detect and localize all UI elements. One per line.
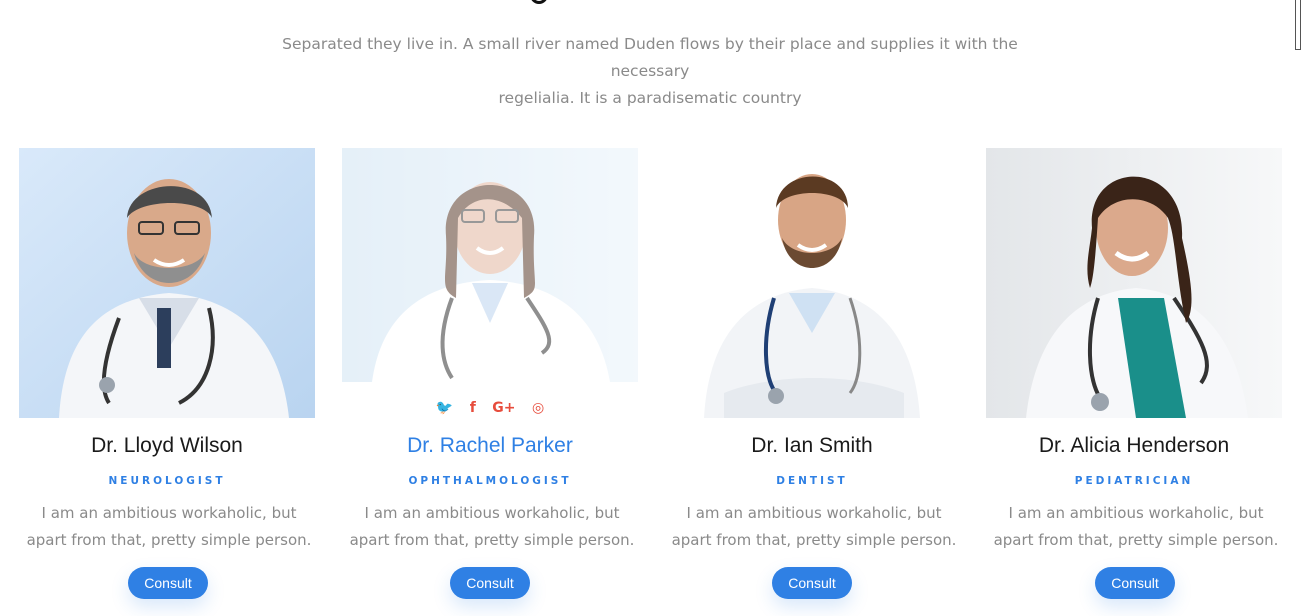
doctor-description: I am an ambitious workaholic, but apart … — [19, 500, 319, 554]
section-intro: Separated they live in. A small river na… — [250, 31, 1050, 112]
section-title-fragment — [530, 0, 548, 4]
description-line: I am an ambitious workaholic, but — [364, 504, 620, 522]
doctor-card: Dr. Alicia Henderson PEDIATRICIAN I am a… — [986, 148, 1282, 599]
doctor-specialty: OPHTHALMOLOGIST — [408, 475, 572, 487]
doctor-photo — [19, 148, 315, 418]
intro-line-1: Separated they live in. A small river na… — [282, 35, 1018, 80]
doctor-photo — [664, 148, 960, 418]
consult-button[interactable]: Consult — [450, 567, 530, 599]
twitter-icon[interactable]: 🐦 — [436, 400, 453, 416]
description-line: apart from that, pretty simple person. — [26, 531, 312, 549]
doctor-description: I am an ambitious workaholic, but apart … — [342, 500, 642, 554]
consult-button[interactable]: Consult — [1095, 567, 1175, 599]
scrollbar[interactable] — [1295, 0, 1301, 50]
doctor-name[interactable]: Dr. Rachel Parker — [342, 434, 638, 458]
doctor-photo — [342, 148, 638, 382]
intro-line-2: regelialia. It is a paradisematic countr… — [498, 89, 802, 107]
description-line: apart from that, pretty simple person. — [993, 531, 1279, 549]
doctor-name[interactable]: Dr. Alicia Henderson — [986, 434, 1282, 458]
doctor-specialty: NEUROLOGIST — [108, 475, 226, 487]
doctor-card: Dr. Lloyd Wilson NEUROLOGIST I am an amb… — [19, 148, 315, 599]
description-line: I am an ambitious workaholic, but — [41, 504, 297, 522]
doctor-description: I am an ambitious workaholic, but apart … — [986, 500, 1286, 554]
doctor-name[interactable]: Dr. Ian Smith — [664, 434, 960, 458]
doctor-specialty: PEDIATRICIAN — [1074, 475, 1194, 487]
doctor-description: I am an ambitious workaholic, but apart … — [664, 500, 964, 554]
doctor-card: 🐦 f G+ ◎ Dr. Rachel Parker OPHTHALMOLOGI… — [342, 148, 638, 599]
description-line: apart from that, pretty simple person. — [349, 531, 635, 549]
description-line: I am an ambitious workaholic, but — [1008, 504, 1264, 522]
google-plus-icon[interactable]: G+ — [492, 400, 515, 416]
doctor-card: Dr. Ian Smith DENTIST I am an ambitious … — [664, 148, 960, 599]
social-links: 🐦 f G+ ◎ — [342, 400, 638, 416]
facebook-icon[interactable]: f — [470, 400, 476, 416]
consult-button[interactable]: Consult — [128, 567, 208, 599]
description-line: I am an ambitious workaholic, but — [686, 504, 942, 522]
doctor-photo — [986, 148, 1282, 418]
description-line: apart from that, pretty simple person. — [671, 531, 957, 549]
photo-hover-overlay — [342, 148, 638, 382]
doctor-name[interactable]: Dr. Lloyd Wilson — [19, 434, 315, 458]
consult-button[interactable]: Consult — [772, 567, 852, 599]
instagram-icon[interactable]: ◎ — [532, 400, 544, 416]
doctor-specialty: DENTIST — [776, 475, 848, 487]
